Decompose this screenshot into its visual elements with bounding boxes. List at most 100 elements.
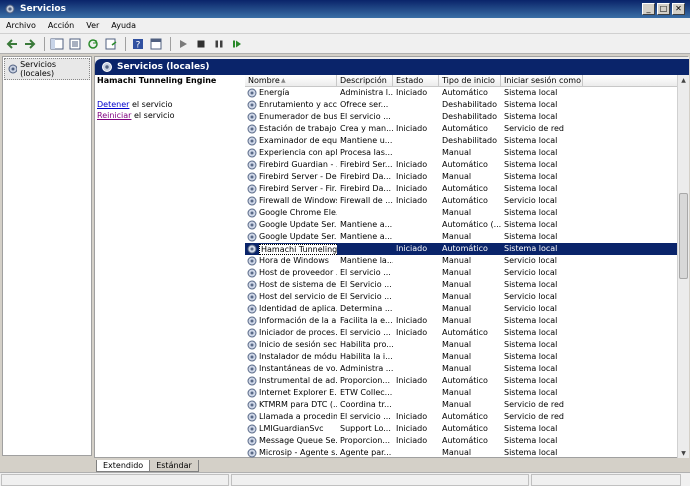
service-row[interactable]: Internet Explorer E... ETW Collec... Manua… <box>245 387 679 399</box>
service-row[interactable]: Host del servicio de... El Servicio ... Ma… <box>245 291 679 303</box>
pause-service-icon[interactable] <box>211 36 227 52</box>
service-name-text: Enrutamiento y acc... <box>259 100 337 109</box>
sort-ascending-icon: ▲ <box>281 77 286 84</box>
start-service-icon[interactable] <box>175 36 191 52</box>
service-startup-type-cell: Automático <box>442 424 488 433</box>
scroll-thumb[interactable] <box>679 193 688 279</box>
service-gear-icon <box>247 436 257 446</box>
service-startup-type-cell: Automático <box>442 376 488 385</box>
service-row[interactable]: Enrutamiento y acc... Ofrece ser... Deshab… <box>245 99 679 111</box>
console-tree: Servicios (locales) <box>2 56 92 456</box>
console-icon[interactable] <box>148 36 164 52</box>
column-header-status[interactable]: Estado <box>393 75 439 86</box>
stop-service-icon[interactable] <box>193 36 209 52</box>
column-header-log-on-as[interactable]: Iniciar sesión como <box>501 75 583 86</box>
service-row[interactable]: Llamada a procedim...El servicio ... Inic… <box>245 411 679 423</box>
service-name-text: Instalador de módu... <box>259 352 337 361</box>
refresh-icon[interactable] <box>85 36 101 52</box>
service-name-cell: Internet Explorer E... <box>245 387 337 399</box>
service-gear-icon <box>247 388 257 398</box>
service-logon-cell: Sistema local <box>504 340 558 349</box>
service-name-text: Firebird Guardian - ... <box>259 160 337 169</box>
service-row[interactable]: Firebird Server - De... Firebird Da... Ini… <box>245 171 679 183</box>
menu-archivo[interactable]: Archivo <box>0 21 42 30</box>
service-name-text: KTMRM para DTC (... <box>259 400 337 409</box>
tab-extended[interactable]: Extendido <box>96 460 151 472</box>
service-logon-cell: Sistema local <box>504 148 558 157</box>
export-list-icon[interactable] <box>103 36 119 52</box>
service-status-cell: Iniciado <box>396 196 428 205</box>
service-row[interactable]: Instantáneas de vo... Administra ... Manua… <box>245 363 679 375</box>
service-description-cell: Support Lo... <box>340 424 391 433</box>
service-row[interactable]: Instrumental de ad... Proporcion... Inicia… <box>245 375 679 387</box>
service-row[interactable]: Estación de trabajo Crea y man... Iniciado… <box>245 123 679 135</box>
service-row[interactable]: LMIGuardianSvc Support Lo... Iniciado Autom… <box>245 423 679 435</box>
service-row[interactable]: Firewall de Windows Firewall de ... Inicia… <box>245 195 679 207</box>
menu-accion[interactable]: Acción <box>42 21 80 30</box>
service-row[interactable]: Firebird Server - Fir... Firebird Da... In… <box>245 183 679 195</box>
column-header-name[interactable]: Nombre ▲ <box>245 75 337 86</box>
minimize-button[interactable]: _ <box>642 3 655 15</box>
service-name-cell: Host del servicio de... <box>245 291 337 303</box>
service-row[interactable]: Experiencia con apli...Procesa las... Man… <box>245 147 679 159</box>
service-name-text: Estación de trabajo <box>259 124 337 133</box>
service-description-cell: Habilita pro... <box>340 340 393 349</box>
nav-item-services-local[interactable]: Servicios (locales) <box>4 58 90 80</box>
maximize-button[interactable]: □ <box>657 3 670 15</box>
restart-service-link[interactable]: Reiniciar <box>97 111 131 120</box>
vertical-scrollbar[interactable]: ▲ ▼ <box>677 75 689 459</box>
pane-title: Servicios (locales) <box>117 62 210 72</box>
back-arrow-icon[interactable] <box>4 36 20 52</box>
service-logon-cell: Sistema local <box>504 328 558 337</box>
menu-ayuda[interactable]: Ayuda <box>105 21 142 30</box>
service-description-cell: Firewall de ... <box>340 196 393 205</box>
status-segment <box>231 474 529 486</box>
service-name-cell: Enrutamiento y acc... <box>245 99 337 111</box>
service-row[interactable]: Energía Administra l... Iniciado Automático… <box>245 87 679 99</box>
tab-standard[interactable]: Estándar <box>149 460 199 472</box>
restart-service-icon[interactable] <box>229 36 245 52</box>
service-logon-cell: Sistema local <box>504 208 558 217</box>
properties-icon[interactable] <box>67 36 83 52</box>
service-row[interactable]: Instalador de módu... Habilita la i... Man… <box>245 351 679 363</box>
service-row[interactable]: Host de proveedor ... El servicio ... Manu… <box>245 267 679 279</box>
help-icon[interactable]: ? <box>130 36 146 52</box>
service-name-cell: Estación de trabajo <box>245 123 337 135</box>
service-row[interactable]: Google Chrome Ele... Manual Sistema local <box>245 207 679 219</box>
service-row[interactable]: Enumerador de bus... El servicio ... Desha… <box>245 111 679 123</box>
service-gear-icon <box>247 232 257 242</box>
column-header-startup-type[interactable]: Tipo de inicio <box>439 75 501 86</box>
service-row[interactable]: Hamachi Tunneling Engine Iniciado Automáti… <box>245 243 679 255</box>
service-row[interactable]: Host de sistema de ...El Servicio ... Man… <box>245 279 679 291</box>
service-row[interactable]: Message Queue Se... Proporcion... Iniciado… <box>245 435 679 447</box>
service-row[interactable]: Iniciador de proces... El servicio ... Ini… <box>245 327 679 339</box>
service-name-text: Examinador de equi... <box>259 136 337 145</box>
service-row[interactable]: Hora de Windows Mantiene la... Manual Servi… <box>245 255 679 267</box>
service-startup-type-cell: Manual <box>442 280 472 289</box>
service-gear-icon <box>247 148 257 158</box>
service-row[interactable]: Identidad de aplica... Determina ... Manua… <box>245 303 679 315</box>
service-gear-icon <box>247 100 257 110</box>
service-row[interactable]: Firebird Guardian - ... Firebird Ser... In… <box>245 159 679 171</box>
service-startup-type-cell: Manual <box>442 340 472 349</box>
service-row[interactable]: Google Update Ser... Mantiene a... Automát… <box>245 219 679 231</box>
service-description-cell: ETW Collec... <box>340 388 393 397</box>
column-header-description[interactable]: Descripción <box>337 75 393 86</box>
menu-ver[interactable]: Ver <box>80 21 105 30</box>
service-row[interactable]: Inicio de sesión sec... Habilita pro... Ma… <box>245 339 679 351</box>
services-app-icon <box>4 3 16 15</box>
service-logon-cell: Sistema local <box>504 88 558 97</box>
services-list: Nombre ▲ Descripción Estado Tipo de inici… <box>245 75 679 459</box>
console-tree-icon[interactable] <box>49 36 65 52</box>
service-row[interactable]: Examinador de equi...Mantiene u... Deshab… <box>245 135 679 147</box>
scroll-up-icon[interactable]: ▲ <box>678 75 689 86</box>
service-row[interactable]: KTMRM para DTC (... Coordina tr... Manual S… <box>245 399 679 411</box>
service-row[interactable]: Información de la a... Facilita la e... In… <box>245 315 679 327</box>
service-name-text: Firewall de Windows <box>259 196 337 205</box>
close-button[interactable]: ✕ <box>672 3 685 15</box>
stop-service-link[interactable]: Detener <box>97 100 129 109</box>
pane-header: Servicios (locales) <box>95 59 689 75</box>
service-row[interactable]: Google Update Ser... Mantiene a... Manual S… <box>245 231 679 243</box>
forward-arrow-icon[interactable] <box>22 36 38 52</box>
service-description-cell: Procesa las... <box>340 148 393 157</box>
